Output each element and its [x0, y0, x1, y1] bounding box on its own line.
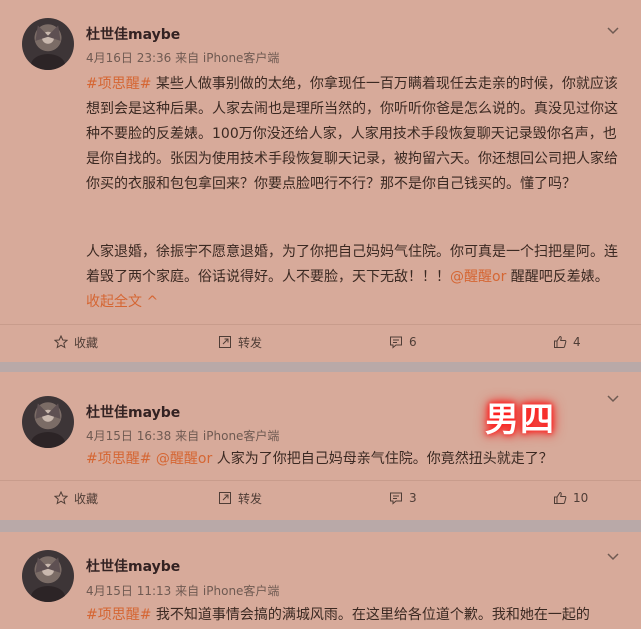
- action-bar: 收藏 转发 3 10: [0, 482, 641, 514]
- post-text: 某些人做事别做的太绝，你拿现任一百万瞒着现任去走亲的时候，你就应该想到会是这种后…: [86, 76, 618, 192]
- hashtag-link[interactable]: #项思醒#: [86, 607, 151, 623]
- favorite-button[interactable]: 收藏: [54, 326, 98, 358]
- chevron-down-icon[interactable]: [607, 550, 619, 564]
- post-meta: 4月15日 16:38 来自 iPhone客户端: [86, 429, 280, 443]
- action-bar: 收藏 转发 6 4: [0, 326, 641, 358]
- post-body-continued: 人家退婚，徐振宇不愿意退婚，为了你把自己妈妈气住院。你可真是一个扫把星阿。连着毁…: [86, 240, 623, 315]
- repost-label: 转发: [238, 491, 263, 506]
- thumbs-up-icon: [554, 491, 567, 504]
- favorite-label: 收藏: [74, 335, 99, 350]
- avatar[interactable]: [22, 18, 74, 70]
- like-button[interactable]: 10: [553, 482, 588, 514]
- repost-icon: [219, 336, 231, 348]
- star-icon: [54, 335, 68, 349]
- like-count: 10: [573, 491, 589, 505]
- chevron-down-icon[interactable]: [607, 392, 619, 406]
- divider: [0, 480, 641, 481]
- avatar-figure: [31, 586, 65, 602]
- favorite-button[interactable]: 收藏: [54, 482, 98, 514]
- avatar-ear-left: [31, 401, 49, 419]
- star-icon: [54, 491, 68, 505]
- avatar-ear-right: [47, 401, 65, 419]
- avatar[interactable]: [22, 396, 74, 448]
- post-meta: 4月15日 11:13 来自 iPhone客户端: [86, 584, 280, 598]
- divider: [0, 324, 641, 325]
- post-text: 醒醒吧反差婊。: [506, 269, 609, 285]
- post-meta: 4月16日 23:36 来自 iPhone客户端: [86, 51, 280, 65]
- avatar[interactable]: [22, 550, 74, 602]
- comment-button[interactable]: 3: [389, 482, 417, 514]
- avatar-figure: [31, 54, 65, 70]
- weibo-post: 杜世佳maybe 4月15日 11:13 来自 iPhone客户端 #项思醒# …: [0, 532, 641, 629]
- avatar-ear-right: [47, 555, 65, 573]
- comment-icon: [390, 492, 402, 505]
- post-body: #项思醒# 某些人做事别做的太绝，你拿现任一百万瞒着现任去走亲的时候，你就应该想…: [86, 72, 623, 197]
- repost-icon: [219, 492, 231, 504]
- hashtag-link[interactable]: #项思醒#: [86, 76, 151, 92]
- post-separator: [0, 362, 641, 372]
- comment-button[interactable]: 6: [389, 326, 417, 358]
- collapse-text-link[interactable]: 收起全文 ^: [86, 294, 158, 310]
- thumbs-up-icon: [554, 335, 567, 348]
- post-body: #项思醒# @醒醒or 人家为了你把自己妈母亲气住院。你竟然扭头就走了？: [86, 447, 623, 472]
- post-body: #项思醒# 我不知道事情会搞的满城风雨。在这里给各位道个歉。我和她在一起的: [86, 603, 623, 628]
- like-count: 4: [573, 335, 581, 349]
- repost-label: 转发: [238, 335, 263, 350]
- avatar-ear-left: [31, 23, 49, 41]
- comment-count: 6: [409, 335, 417, 349]
- chevron-down-icon[interactable]: [607, 24, 619, 38]
- repost-button[interactable]: 转发: [218, 482, 262, 514]
- weibo-post: 杜世佳maybe 4月16日 23:36 来自 iPhone客户端 #项思醒# …: [0, 0, 641, 362]
- username[interactable]: 杜世佳maybe: [86, 24, 180, 44]
- repost-button[interactable]: 转发: [218, 326, 262, 358]
- comment-icon: [390, 336, 402, 349]
- username[interactable]: 杜世佳maybe: [86, 402, 180, 422]
- username[interactable]: 杜世佳maybe: [86, 556, 180, 576]
- post-separator: [0, 520, 641, 532]
- comment-count: 3: [409, 491, 417, 505]
- mention-link[interactable]: @醒醒or: [450, 269, 506, 285]
- post-text: 人家为了你把自己妈母亲气住院。你竟然扭头就走了？: [212, 451, 553, 467]
- avatar-ear-right: [47, 23, 65, 41]
- like-button[interactable]: 4: [553, 326, 581, 358]
- post-text: 我不知道事情会搞的满城风雨。在这里给各位道个歉。我和她在一起的: [151, 607, 590, 623]
- mention-link[interactable]: @醒醒or: [156, 451, 212, 467]
- avatar-figure: [31, 432, 65, 448]
- overlay-label: 男四: [485, 400, 555, 440]
- favorite-label: 收藏: [74, 491, 99, 506]
- hashtag-link[interactable]: #项思醒#: [86, 451, 151, 467]
- avatar-ear-left: [31, 555, 49, 573]
